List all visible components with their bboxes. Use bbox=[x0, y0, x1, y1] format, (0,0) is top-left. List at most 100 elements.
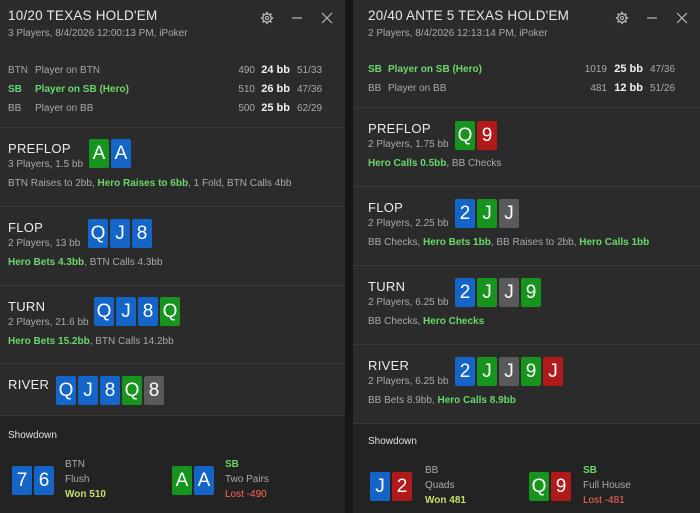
card-group: 2JJ9J bbox=[455, 357, 563, 386]
street-turn: TURN 2 Players, 6.25 bb 2JJ9 BB Checks, … bbox=[353, 265, 700, 344]
gear-icon[interactable] bbox=[614, 10, 630, 26]
showdown-result: Lost -490 bbox=[225, 489, 267, 500]
titlebar[interactable]: 10/20 TEXAS HOLD'EM 3 Players, 8/4/2026 … bbox=[0, 0, 345, 48]
player-name: Player on SB (Hero) bbox=[35, 84, 129, 95]
player-bb: 26 bb bbox=[261, 83, 290, 95]
playing-card: A bbox=[194, 466, 214, 495]
close-icon[interactable] bbox=[674, 10, 690, 26]
street-actions: Hero Bets 4.3bb, BTN Calls 4.3bb bbox=[8, 257, 163, 268]
minimize-icon[interactable] bbox=[289, 10, 305, 26]
playing-card: Q bbox=[160, 297, 180, 326]
card-group: AA bbox=[172, 466, 214, 495]
player-bb: 12 bb bbox=[614, 82, 643, 94]
street-info: 2 Players, 1.75 bb bbox=[368, 139, 449, 150]
street-info: 2 Players, 2.25 bb bbox=[368, 218, 449, 229]
player-position: BTN bbox=[8, 65, 28, 76]
showdown-player: BB Quads Won 481 bbox=[425, 463, 466, 508]
player-stats: 51/26 bbox=[650, 83, 676, 94]
window-title: 10/20 TEXAS HOLD'EM bbox=[8, 8, 158, 23]
street-flop: FLOP 2 Players, 2.25 bb 2JJ BB Checks, H… bbox=[353, 186, 700, 265]
player-stats: 47/36 bbox=[650, 64, 676, 75]
showdown-player: SB Full House Lost -481 bbox=[583, 463, 631, 508]
street-label: RIVER bbox=[8, 377, 50, 392]
showdown-hand: Flush bbox=[65, 474, 90, 485]
player-stack: 481 bbox=[590, 83, 607, 94]
player-position: SB bbox=[8, 84, 22, 95]
gear-icon[interactable] bbox=[259, 10, 275, 26]
playing-card: A bbox=[172, 466, 192, 495]
player-row: BB Player on BB 481 12 bb 51/26 bbox=[353, 80, 700, 98]
player-stats: 51/33 bbox=[297, 65, 323, 76]
playing-card: 9 bbox=[521, 357, 541, 386]
playing-card: 9 bbox=[521, 278, 541, 307]
card-group: Q9 bbox=[455, 121, 497, 150]
street-label: PREFLOP bbox=[368, 121, 431, 136]
street-label: FLOP bbox=[368, 200, 404, 215]
player-position: BB bbox=[8, 103, 22, 114]
showdown-hand: Quads bbox=[425, 480, 455, 491]
playing-card: 2 bbox=[392, 472, 412, 501]
player-bb: 24 bb bbox=[261, 64, 290, 76]
showdown-position: SB bbox=[583, 465, 597, 476]
showdown-player: BTN Flush Won 510 bbox=[65, 457, 106, 502]
playing-card: J bbox=[110, 219, 130, 248]
showdown-panel: Showdown 76 BTN Flush Won 510 AA SB Two … bbox=[0, 415, 345, 513]
card-group: 2JJ9 bbox=[455, 278, 541, 307]
street-info: 2 Players, 21.6 bb bbox=[8, 317, 89, 328]
street-info: 3 Players, 1.5 bb bbox=[8, 159, 84, 170]
showdown-title: Showdown bbox=[368, 436, 417, 447]
playing-card: J bbox=[499, 357, 519, 386]
street-flop: FLOP 2 Players, 13 bb QJ8 Hero Bets 4.3b… bbox=[0, 206, 345, 285]
playing-card: J bbox=[370, 472, 390, 501]
card-group: 76 bbox=[12, 466, 54, 495]
playing-card: A bbox=[89, 139, 109, 168]
street-actions: Hero Calls 0.5bb, BB Checks bbox=[368, 158, 502, 169]
showdown-result: Won 481 bbox=[425, 495, 466, 506]
showdown-hand: Full House bbox=[583, 480, 631, 491]
street-label: PREFLOP bbox=[8, 141, 71, 156]
street-preflop: PREFLOP 3 Players, 1.5 bb AA BTN Raises … bbox=[0, 127, 345, 206]
playing-card: Q bbox=[122, 376, 142, 405]
titlebar[interactable]: 20/40 ANTE 5 TEXAS HOLD'EM 2 Players, 8/… bbox=[353, 0, 700, 48]
playing-card: 9 bbox=[551, 472, 571, 501]
street-actions: BB Checks, Hero Bets 1bb, BB Raises to 2… bbox=[368, 237, 650, 248]
street-river: RIVER QJ8Q8 bbox=[0, 363, 345, 415]
street-label: TURN bbox=[368, 279, 406, 294]
playing-card: 8 bbox=[100, 376, 120, 405]
close-icon[interactable] bbox=[319, 10, 335, 26]
player-stats: 62/29 bbox=[297, 103, 323, 114]
playing-card: 8 bbox=[138, 297, 158, 326]
street-actions: BTN Raises to 2bb, Hero Raises to 6bb, 1… bbox=[8, 178, 292, 189]
playing-card: 2 bbox=[455, 357, 475, 386]
playing-card: 8 bbox=[144, 376, 164, 405]
street-actions: Hero Bets 15.2bb, BTN Calls 14.2bb bbox=[8, 336, 174, 347]
playing-card: J bbox=[477, 199, 497, 228]
playing-card: 9 bbox=[477, 121, 497, 150]
hand-replay-window-2: 20/40 ANTE 5 TEXAS HOLD'EM 2 Players, 8/… bbox=[353, 0, 700, 513]
player-name: Player on SB (Hero) bbox=[388, 64, 482, 75]
showdown-player: SB Two Pairs Lost -490 bbox=[225, 457, 269, 502]
playing-card: J bbox=[78, 376, 98, 405]
showdown-result: Won 510 bbox=[65, 489, 106, 500]
minimize-icon[interactable] bbox=[644, 10, 660, 26]
playing-card: A bbox=[111, 139, 131, 168]
playing-card: J bbox=[477, 278, 497, 307]
playing-card: 8 bbox=[132, 219, 152, 248]
street-info: 2 Players, 6.25 bb bbox=[368, 297, 449, 308]
card-group: Q9 bbox=[529, 472, 571, 501]
card-group: QJ8 bbox=[88, 219, 152, 248]
street-label: RIVER bbox=[368, 358, 410, 373]
showdown-result: Lost -481 bbox=[583, 495, 625, 506]
card-group: QJ8Q8 bbox=[56, 376, 164, 405]
hand-subtitle: 3 Players, 8/4/2026 12:00:13 PM, iPoker bbox=[8, 28, 188, 39]
street-label: TURN bbox=[8, 299, 46, 314]
player-row: BTN Player on BTN 490 24 bb 51/33 bbox=[0, 62, 345, 80]
playing-card: 6 bbox=[34, 466, 54, 495]
card-group: J2 bbox=[370, 472, 412, 501]
playing-card: J bbox=[477, 357, 497, 386]
player-name: Player on BB bbox=[35, 103, 94, 114]
showdown-position: BTN bbox=[65, 459, 85, 470]
player-bb: 25 bb bbox=[614, 63, 643, 75]
card-group: AA bbox=[89, 139, 131, 168]
playing-card: J bbox=[499, 278, 519, 307]
